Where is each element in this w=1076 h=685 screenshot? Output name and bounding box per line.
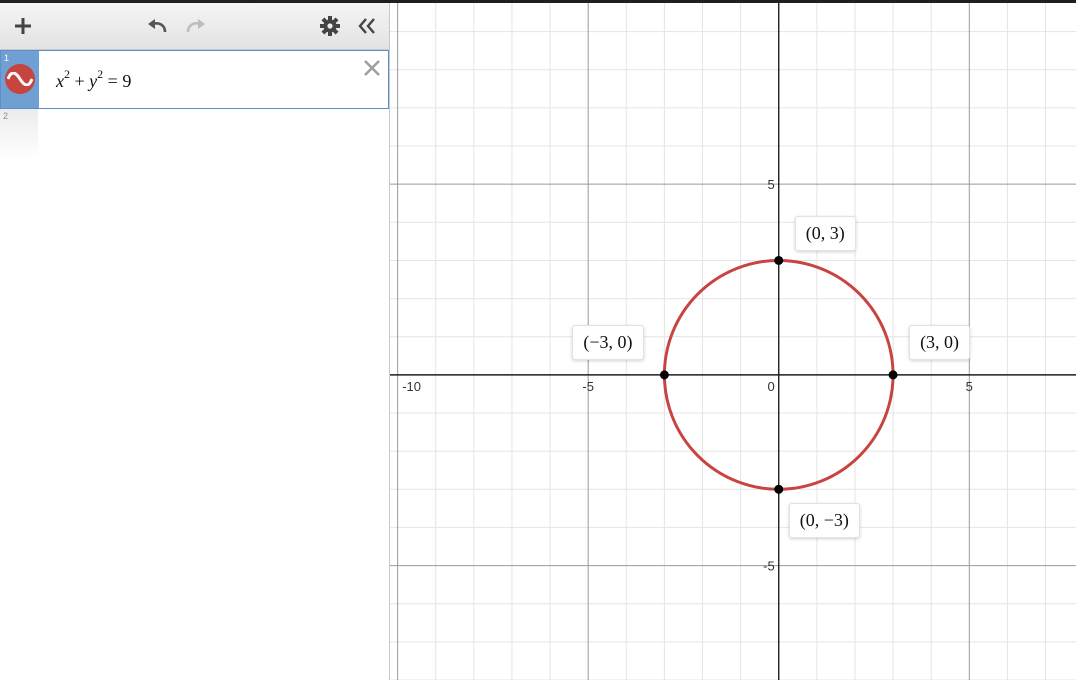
double-chevron-left-icon [358,18,375,34]
point-marker [888,370,898,380]
major-gridlines [390,3,1076,680]
collapse-panel-button[interactable] [352,11,382,41]
expression-panel: 1 x2 + y2 = 9 2 [0,3,390,680]
expression-input[interactable]: x2 + y2 = 9 [56,67,132,92]
delete-expression-button[interactable] [362,58,382,78]
point-marker [659,370,669,380]
x-tick-label-neg10: -10 [402,379,421,394]
gear-icon [320,16,340,36]
close-icon [364,60,380,76]
graph-color-toggle[interactable] [5,64,35,94]
x-tick-label-neg5: -5 [582,379,594,394]
expression-toolbar [0,3,389,50]
x-tick-label-5: 5 [966,379,973,394]
point-marker [774,255,784,265]
expr-variable-x: x [56,71,64,91]
expression-index: 2 [3,111,9,121]
graph-paper[interactable]: -10 -5 0 5 5 -5 (0, 3) (−3, 0) (3, 0) (0… [390,3,1076,681]
wave-icon [7,72,33,86]
point-label-bottom[interactable]: (0, −3) [788,503,860,539]
plus-icon [15,18,31,34]
expr-exponent-x: 2 [64,67,70,81]
expr-exponent-y: 2 [97,67,104,81]
minor-gridlines [390,3,1076,681]
expression-row-empty[interactable]: 2 [0,109,389,159]
point-marker [774,484,784,494]
expression-gutter: 1 [1,51,39,108]
y-tick-label-5: 5 [767,177,774,192]
undo-button[interactable] [143,11,173,41]
axes [390,3,1076,680]
expression-row[interactable]: 1 x2 + y2 = 9 [0,50,389,109]
graph-canvas[interactable]: -10 -5 0 5 5 -5 [390,3,1076,681]
point-label-left[interactable]: (−3, 0) [572,324,644,360]
point-label-top[interactable]: (0, 3) [794,216,856,252]
undo-icon [148,19,167,33]
expression-index: 1 [4,53,10,63]
expression-list: 1 x2 + y2 = 9 2 [0,50,389,159]
settings-button[interactable] [315,11,345,41]
y-tick-label-neg5: -5 [763,559,775,574]
expression-gutter: 2 [0,109,38,159]
redo-icon [186,19,205,33]
expr-equals: = [103,71,123,91]
redo-button[interactable] [180,11,210,41]
point-label-right[interactable]: (3, 0) [909,324,971,360]
expr-variable-y: y [89,71,98,91]
origin-label: 0 [767,379,774,394]
expr-rhs: 9 [122,71,132,91]
add-expression-button[interactable] [8,11,38,41]
expr-plus: + [70,71,90,91]
